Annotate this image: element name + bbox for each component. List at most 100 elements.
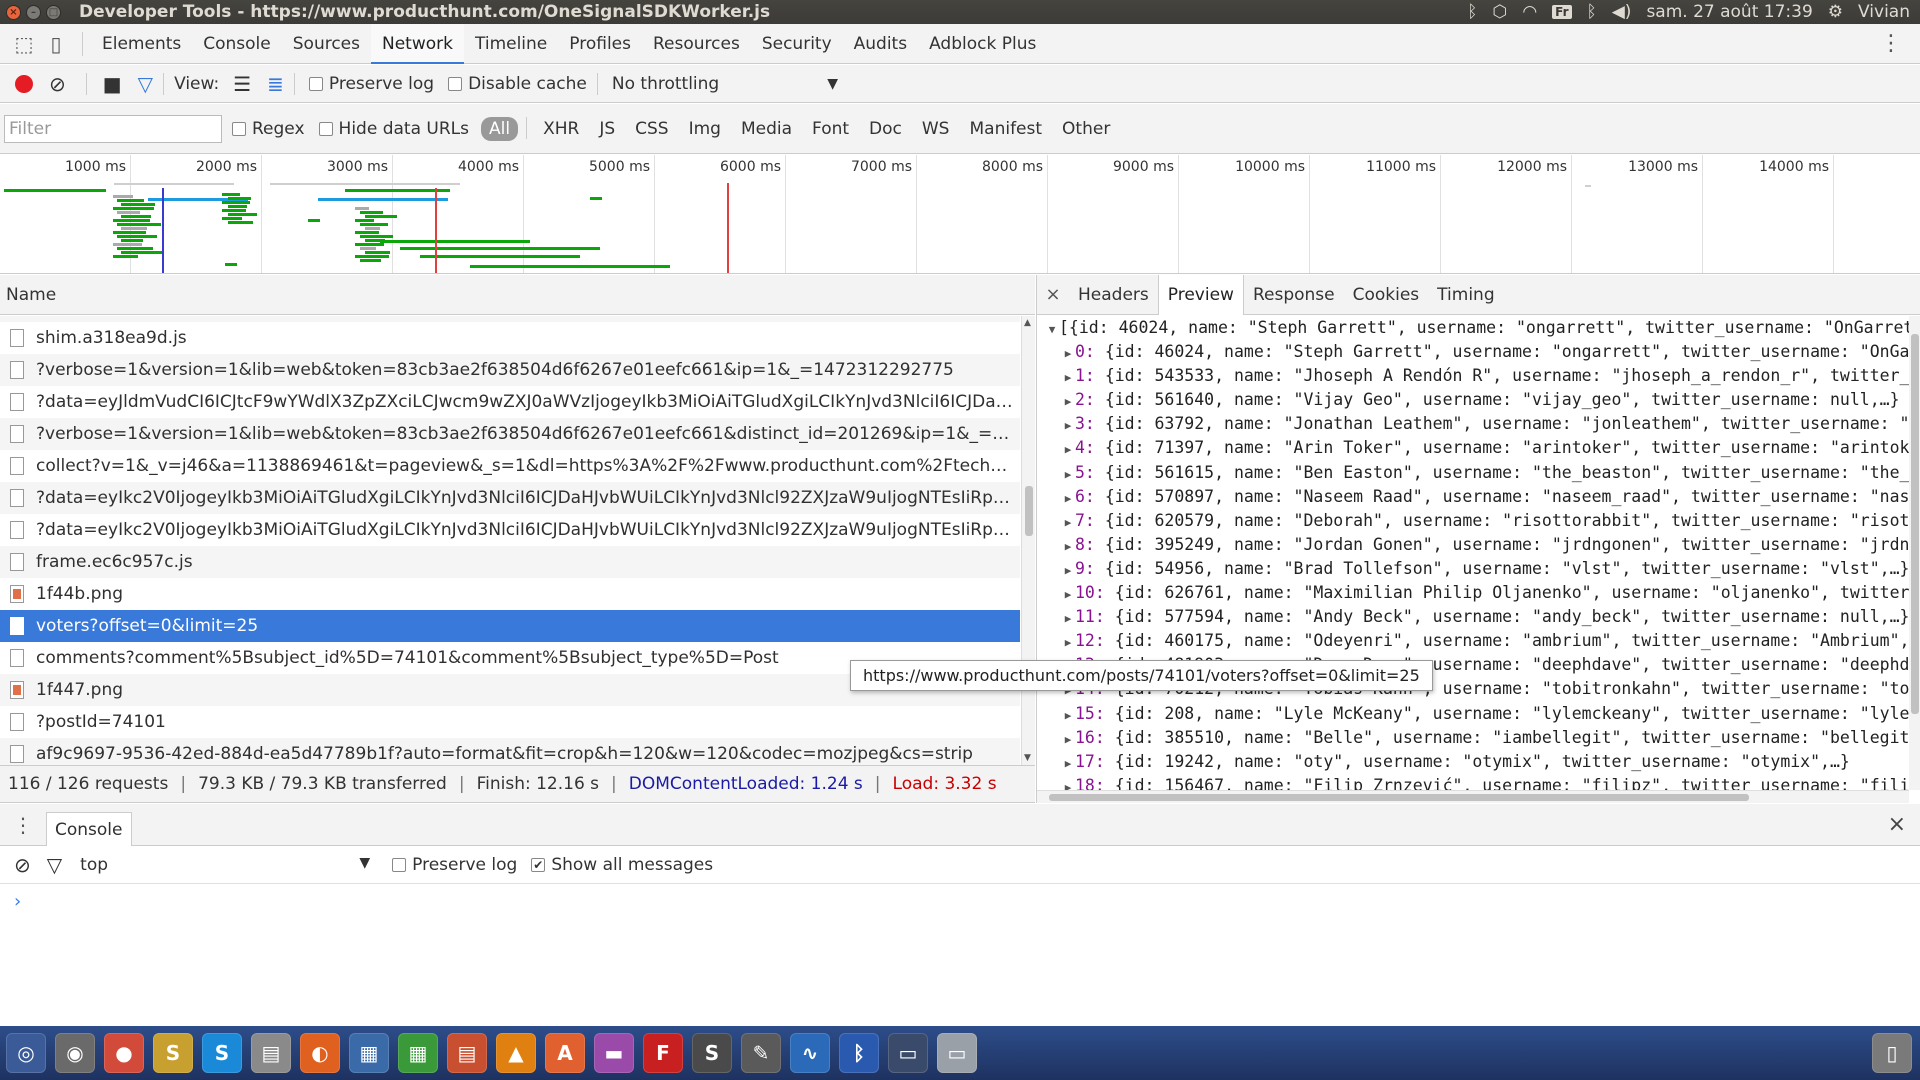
capture-screenshots-icon[interactable]: ■ <box>103 72 122 96</box>
detail-tab-timing[interactable]: Timing <box>1428 275 1503 315</box>
launcher-app-icon[interactable]: S <box>153 1033 193 1073</box>
table-row[interactable]: af9c9697-9536-42ed-884d-ea5d47789b1f?aut… <box>0 738 1020 765</box>
json-array-item[interactable]: ▶ 1: {id: 543533, name: "Jhoseph A Rendón… <box>1037 364 1909 388</box>
checkbox-box[interactable] <box>318 121 333 136</box>
filter-type-xhr[interactable]: XHR <box>535 117 587 141</box>
more-options-icon[interactable]: ⋮ <box>1880 31 1902 56</box>
keyboard-layout-indicator[interactable]: Fr <box>1552 5 1572 19</box>
network-overview[interactable]: 15(14000 ms13000 ms12000 ms11000 ms10000… <box>0 155 1920 274</box>
drawer-tab-console[interactable]: Console <box>46 811 132 846</box>
json-array-item[interactable]: ▶ 5: {id: 561615, name: "Ben Easton", use… <box>1037 461 1909 485</box>
detail-tab-cookies[interactable]: Cookies <box>1344 275 1429 315</box>
hide-data-urls-checkbox[interactable]: Hide data URLs <box>318 119 469 139</box>
volume-icon[interactable]: ◀) <box>1612 2 1632 22</box>
json-preview[interactable]: ▼ [{id: 46024, name: "Steph Garrett", use… <box>1037 316 1909 790</box>
table-row[interactable]: frame.ec6c957c.js <box>0 546 1020 578</box>
large-rows-icon[interactable]: ☰ <box>233 72 251 96</box>
device-mode-icon[interactable]: ▯ <box>40 24 72 64</box>
table-row[interactable]: ?data=eyIkc2V0IjogeyIkb3MiOiAiTGludXgiLC… <box>0 482 1020 514</box>
tab-security[interactable]: Security <box>751 24 843 64</box>
launcher-app-icon[interactable]: S <box>692 1033 732 1073</box>
filter-type-all[interactable]: All <box>480 116 519 141</box>
table-row[interactable]: ?data=eyIkc2V0IjogeyIkb3MiOiAiTGludXgiLC… <box>0 514 1020 546</box>
launcher-app-icon[interactable]: ◉ <box>55 1033 95 1073</box>
close-drawer-icon[interactable]: × <box>1888 812 1906 837</box>
inspect-element-icon[interactable]: ⬚ <box>8 24 40 64</box>
table-row[interactable]: ?data=eyJldmVudCI6ICJtcF9wYWdlX3ZpZXciLC… <box>0 386 1020 418</box>
json-array-item[interactable]: ▶ 9: {id: 54956, name: "Brad Tollefson", … <box>1037 557 1909 581</box>
filter-type-img[interactable]: Img <box>681 117 729 141</box>
json-array-item[interactable]: ▶ 16: {id: 385510, name: "Belle", usernam… <box>1037 726 1909 750</box>
filter-type-media[interactable]: Media <box>733 117 800 141</box>
json-array-item[interactable]: ▶ 3: {id: 63792, name: "Jonathan Leathem"… <box>1037 412 1909 436</box>
wifi-icon[interactable]: ◠ <box>1522 2 1537 22</box>
window-minimize-button[interactable]: – <box>26 4 41 20</box>
drawer-menu-icon[interactable]: ⋮ <box>0 813 46 837</box>
filter-type-js[interactable]: JS <box>591 117 623 141</box>
expand-triangle-icon[interactable]: ▶ <box>1061 511 1075 535</box>
show-all-messages-checkbox[interactable]: ✔ Show all messages <box>531 855 713 875</box>
filter-type-ws[interactable]: WS <box>914 117 958 141</box>
launcher-app-icon[interactable]: ◐ <box>300 1033 340 1073</box>
expand-triangle-icon[interactable]: ▶ <box>1061 366 1075 390</box>
launcher-app-icon[interactable]: ● <box>104 1033 144 1073</box>
detail-tab-headers[interactable]: Headers <box>1069 275 1158 315</box>
tab-resources[interactable]: Resources <box>642 24 751 64</box>
launcher-app-icon[interactable]: ▲ <box>496 1033 536 1073</box>
record-button[interactable] <box>15 74 33 93</box>
table-row[interactable]: shim.a318ea9d.js <box>0 322 1020 354</box>
scroll-down-icon[interactable]: ▼ <box>1024 753 1031 763</box>
bluetooth-status-icon[interactable]: ᛒ <box>1587 2 1597 22</box>
launcher-app-icon[interactable]: F <box>643 1033 683 1073</box>
scroll-up-icon[interactable]: ▲ <box>1024 318 1031 328</box>
overview-toggle-icon[interactable]: ≣ <box>267 72 284 96</box>
json-array-item[interactable]: ▶ 7: {id: 620579, name: "Deborah", userna… <box>1037 509 1909 533</box>
table-row[interactable]: ?verbose=1&version=1&lib=web&token=83cb3… <box>0 418 1020 450</box>
tab-adblock-plus[interactable]: Adblock Plus <box>918 24 1047 64</box>
execution-context-select[interactable]: top ▼ <box>80 855 370 875</box>
filter-type-other[interactable]: Other <box>1054 117 1118 141</box>
regex-checkbox[interactable]: Regex <box>232 119 305 139</box>
json-array-item[interactable]: ▶ 15: {id: 208, name: "Lyle McKeany", use… <box>1037 702 1909 726</box>
launcher-app-icon[interactable]: ▭ <box>937 1033 977 1073</box>
preview-horizontal-scrollbar[interactable] <box>1037 790 1909 803</box>
preview-scrollbar[interactable] <box>1909 316 1920 790</box>
json-array-item[interactable]: ▶ 4: {id: 71397, name: "Arin Toker", user… <box>1037 436 1909 460</box>
expand-triangle-icon[interactable]: ▶ <box>1061 728 1075 752</box>
tab-elements[interactable]: Elements <box>91 24 192 64</box>
throttling-select[interactable]: No throttling ▼ <box>612 74 838 94</box>
launcher-app-icon[interactable]: ▦ <box>349 1033 389 1073</box>
dropbox-icon[interactable]: ⬡ <box>1492 2 1507 22</box>
launcher-app-icon[interactable]: ▤ <box>251 1033 291 1073</box>
expand-triangle-icon[interactable]: ▶ <box>1061 438 1075 462</box>
tab-sources[interactable]: Sources <box>282 24 371 64</box>
gear-icon[interactable]: ⚙ <box>1828 2 1843 22</box>
json-array-item[interactable]: ▶ 17: {id: 19242, name: "oty", username: … <box>1037 750 1909 774</box>
json-array-item[interactable]: ▶ 2: {id: 561640, name: "Vijay Geo", user… <box>1037 388 1909 412</box>
json-array-item[interactable]: ▶ 11: {id: 577594, name: "Andy Beck", use… <box>1037 605 1909 629</box>
json-array-item[interactable]: ▶ 6: {id: 570897, name: "Naseem Raad", us… <box>1037 485 1909 509</box>
filter-type-doc[interactable]: Doc <box>861 117 910 141</box>
filter-type-manifest[interactable]: Manifest <box>961 117 1050 141</box>
scrollbar-thumb[interactable] <box>1049 794 1749 801</box>
launcher-app-icon[interactable]: A <box>545 1033 585 1073</box>
table-row[interactable]: collect?v=1&_v=j46&a=1138869461&t=pagevi… <box>0 450 1020 482</box>
expand-triangle-icon[interactable]: ▶ <box>1061 631 1075 655</box>
user-name[interactable]: Vivian <box>1858 2 1910 22</box>
expand-triangle-icon[interactable]: ▶ <box>1061 535 1075 559</box>
preserve-log-checkbox[interactable]: Preserve log <box>308 74 434 94</box>
json-array-item[interactable]: ▶ 18: {id: 156467, name: "Filip Zrnzević"… <box>1037 774 1909 790</box>
detail-tab-response[interactable]: Response <box>1244 275 1344 315</box>
table-row[interactable]: ?postId=74101 <box>0 706 1020 738</box>
console-input-area[interactable]: › <box>0 885 1920 1026</box>
expand-triangle-icon[interactable]: ▶ <box>1061 752 1075 776</box>
launcher-app-icon[interactable]: S <box>202 1033 242 1073</box>
collapse-triangle-icon[interactable]: ▼ <box>1045 318 1059 342</box>
filter-type-css[interactable]: CSS <box>627 117 676 141</box>
window-maximize-button[interactable]: □ <box>46 4 61 20</box>
request-list-scrollbar[interactable]: ▲ ▼ <box>1021 316 1035 765</box>
expand-triangle-icon[interactable]: ▶ <box>1061 342 1075 366</box>
table-row[interactable]: voters?offset=0&limit=25 <box>0 610 1020 642</box>
expand-triangle-icon[interactable]: ▶ <box>1061 583 1075 607</box>
close-icon[interactable]: × <box>1037 284 1069 305</box>
